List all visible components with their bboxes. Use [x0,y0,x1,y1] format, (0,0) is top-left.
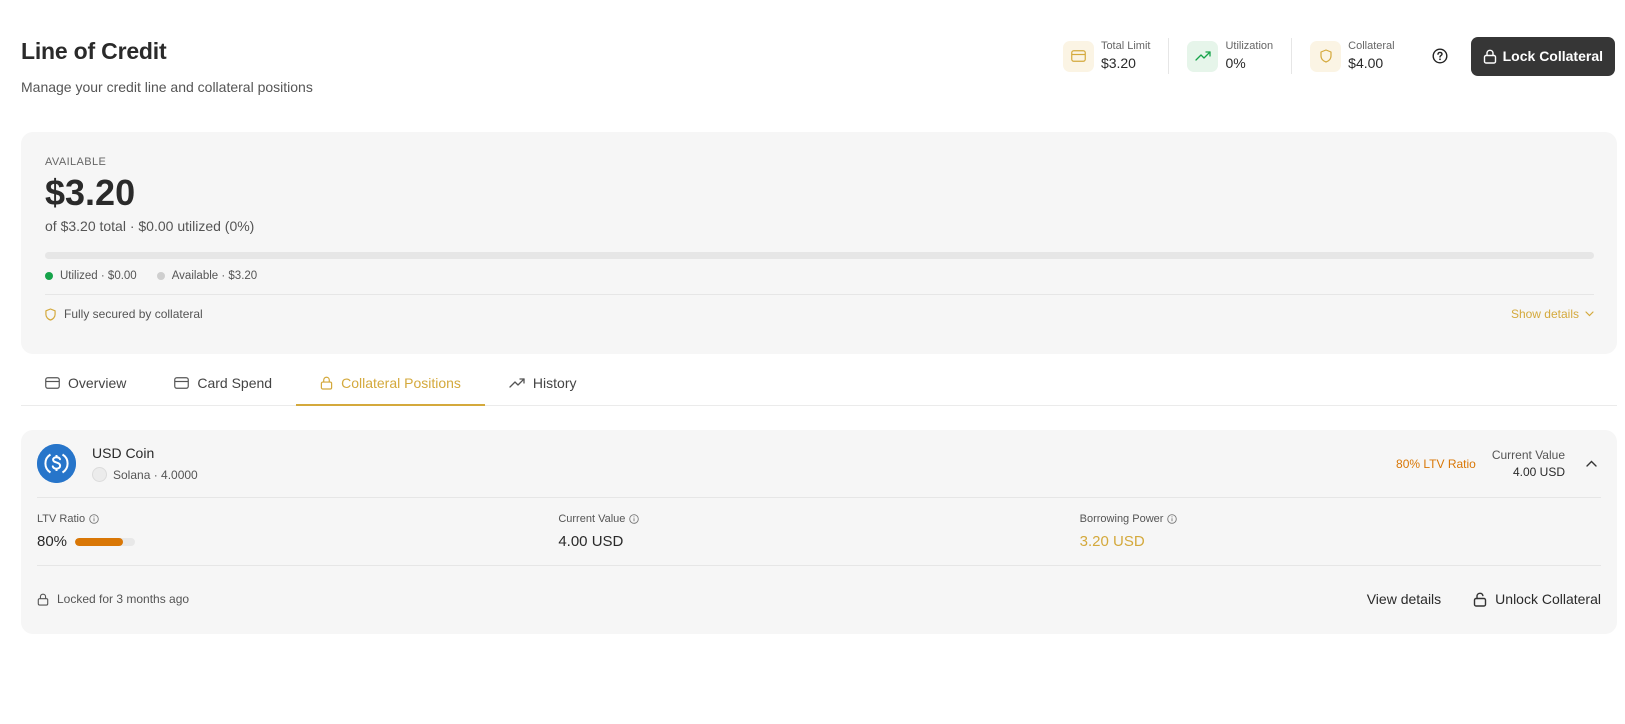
shield-icon [1310,40,1342,72]
ltv-label: LTV Ratio [37,513,86,525]
unlock-collateral-label: Unlock Collateral [1495,591,1601,607]
help-button[interactable] [1425,41,1455,71]
position-summary: 80% LTV Ratio Current Value 4.00 USD [1396,448,1601,479]
info-icon[interactable] [629,514,640,524]
credit-card-icon [174,377,190,389]
position-metrics: LTV Ratio 80% Current Value 4.00 USD Bor… [37,498,1601,566]
legend-utilized-text: Utilized · $0.00 [60,270,137,282]
metric-value: 80% [37,533,558,550]
lock-icon [320,376,333,390]
show-details-label: Show details [1510,307,1579,321]
ltv-progress-bar [75,537,136,546]
utilization-legend: Utilized · $0.00 Available · $3.20 [45,270,1594,282]
borrowing-power-value: 3.20 USD [1079,533,1145,550]
usdc-logo-icon [37,444,76,483]
trending-up-icon [1187,40,1219,72]
available-detail: of $3.20 total · $0.00 utilized (0%) [45,218,255,234]
position-header: USD Coin Solana · 4.0000 80% LTV Ratio C… [37,430,1601,498]
chevron-up-icon [1585,460,1597,467]
solana-chain-icon [92,467,107,482]
borrowing-power-label: Borrowing Power [1079,513,1164,525]
available-label: AVAILABLE [45,156,107,168]
available-card: AVAILABLE $3.20 of $3.20 total · $0.00 u… [21,132,1617,354]
tab-collateral-positions[interactable]: Collateral Positions [296,361,485,406]
stat-utilization: Utilization 0% [1169,38,1293,74]
legend-available-text: Available · $3.20 [171,270,258,282]
metric-label: Current Value [558,513,1079,525]
info-icon[interactable] [89,514,99,524]
credit-card-icon [45,377,60,389]
view-details-button[interactable]: View details [1367,591,1441,607]
lock-collateral-button[interactable]: Lock Collateral [1470,36,1615,76]
show-details-button[interactable]: Show details [1511,307,1594,321]
available-dot-icon [156,272,165,280]
current-value-metric-label: Current Value [558,513,626,525]
tab-label: Collateral Positions [341,375,461,391]
legend-utilized: Utilized · $0.00 [45,270,137,282]
page-subtitle: Manage your credit line and collateral p… [21,79,313,95]
tab-history[interactable]: History [485,361,601,405]
tab-overview[interactable]: Overview [21,361,150,405]
lock-icon [37,593,49,606]
ltv-progress-fill [75,537,124,546]
lock-collateral-label: Lock Collateral [1502,48,1603,64]
metric-borrowing-power: Borrowing Power 3.20 USD [1080,513,1601,565]
trending-up-icon [509,378,525,388]
header-stats: Total Limit $3.20 Utilization 0% Collate… [1062,36,1615,76]
metric-label: LTV Ratio [37,513,558,525]
divider [45,294,1594,295]
locked-duration: Locked for 3 months ago [37,592,189,606]
coin-sub: Solana · 4.0000 [92,467,198,482]
tab-card-spend[interactable]: Card Spend [150,361,296,405]
ltv-badge: 80% LTV Ratio [1396,456,1476,471]
page-header: Line of Credit Manage your credit line a… [21,38,313,95]
tab-label: Overview [68,375,127,391]
stat-label: Collateral [1348,39,1395,52]
tab-label: Card Spend [197,375,273,391]
shield-icon [45,307,56,321]
stat-value: 0% [1225,54,1246,71]
utilization-progress-bar [45,252,1594,259]
lock-icon [1483,49,1496,64]
chevron-down-icon [1585,311,1594,317]
secured-row: Fully secured by collateral Show details [45,307,1594,321]
utilized-dot-icon [45,272,53,280]
ltv-value: 80% [37,533,68,550]
current-value-summary: Current Value 4.00 USD [1492,448,1565,479]
legend-available: Available · $3.20 [156,270,258,282]
stat-value: $3.20 [1100,54,1136,71]
position-actions: View details Unlock Collateral [1367,591,1601,607]
secured-text: Fully secured by collateral [64,307,203,321]
stat-label: Utilization [1225,39,1274,52]
stat-total-limit: Total Limit $3.20 [1062,38,1170,74]
metric-label: Borrowing Power [1080,513,1601,525]
unlock-icon [1473,592,1487,607]
metric-current-value: Current Value 4.00 USD [558,513,1079,565]
position-asset: USD Coin Solana · 4.0000 [37,444,198,483]
stat-label: Total Limit [1100,39,1151,52]
current-value-label: Current Value [1491,448,1565,462]
stat-value: $4.00 [1348,54,1384,71]
current-value-amount: 4.00 USD [1512,465,1565,479]
current-value-metric-value: 4.00 USD [558,533,624,550]
page-title: Line of Credit [21,38,167,64]
collapse-button[interactable] [1581,454,1601,474]
coin-name: USD Coin [92,445,155,461]
locked-text: Locked for 3 months ago [57,592,190,606]
help-circle-icon [1432,48,1448,64]
available-amount: $3.20 [45,172,136,213]
metric-ltv: LTV Ratio 80% [37,513,558,565]
unlock-collateral-button[interactable]: Unlock Collateral [1473,591,1601,607]
secured-status: Fully secured by collateral [45,307,203,321]
info-icon[interactable] [1167,514,1178,524]
collateral-position-card: USD Coin Solana · 4.0000 80% LTV Ratio C… [21,430,1617,634]
stat-collateral: Collateral $4.00 [1292,38,1412,74]
credit-card-icon [1062,40,1094,72]
tab-label: History [532,375,577,391]
position-footer: Locked for 3 months ago View details Unl… [37,566,1601,632]
tab-bar: Overview Card Spend Collateral Positions… [21,362,1617,406]
coin-sub-text: Solana · 4.0000 [113,467,198,482]
